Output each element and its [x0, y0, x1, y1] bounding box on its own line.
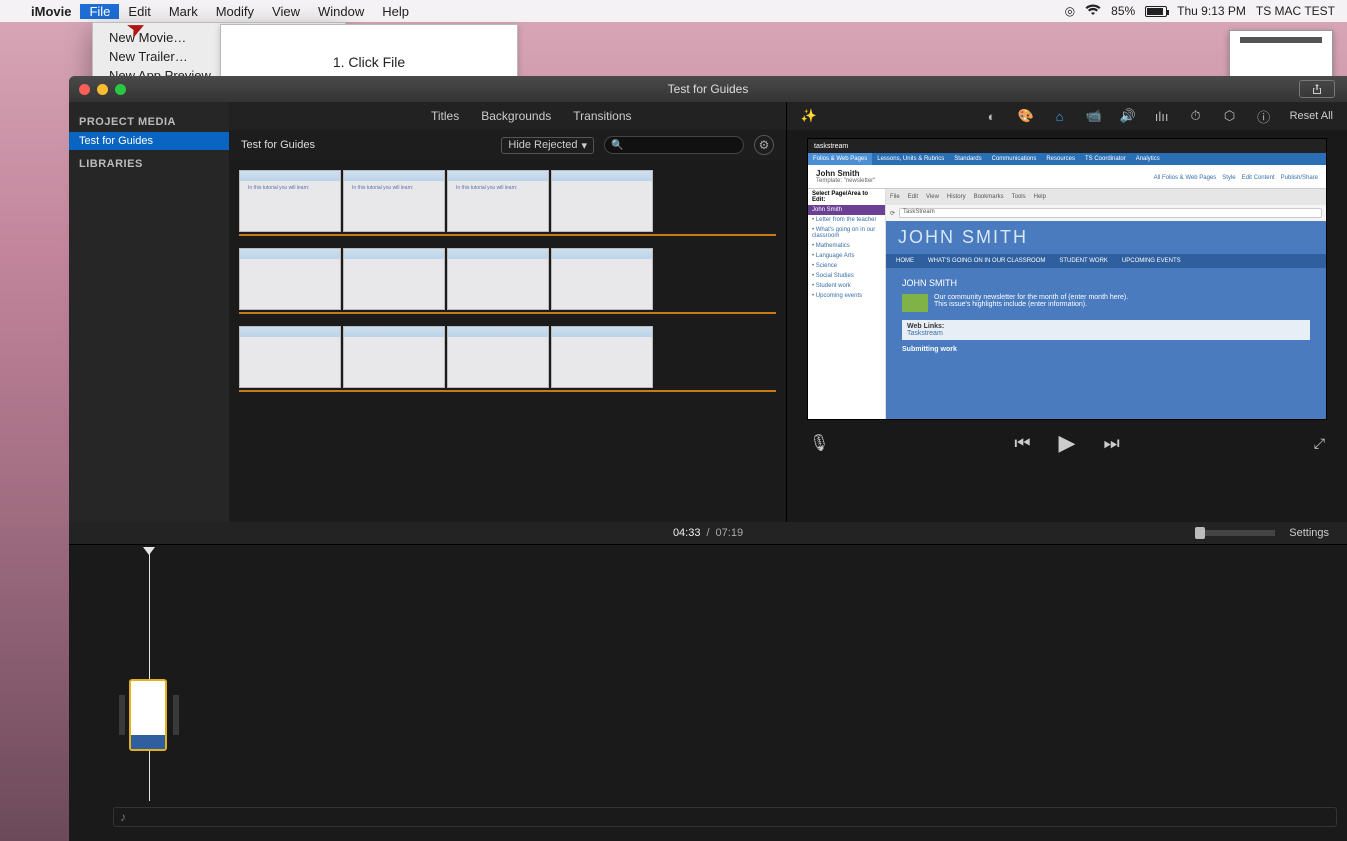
- preview-panel: ✨ ◐ 🎨 ⌂ 📹 🔊 ılıı ⏱ ⬡ ⓘ Reset All taskstr…: [787, 102, 1347, 522]
- side-purple: John Smith: [808, 205, 885, 215]
- search-input[interactable]: 🔍: [604, 136, 744, 154]
- time-total: 07:19: [716, 527, 744, 539]
- settings-button[interactable]: Settings: [1289, 527, 1329, 539]
- battery-percent: 85%: [1111, 4, 1135, 18]
- timeline-clip[interactable]: [129, 679, 167, 751]
- clip-thumb[interactable]: [239, 248, 341, 310]
- menu-mark[interactable]: Mark: [160, 4, 207, 19]
- preview-nav2: HOMEWHAT'S GOING ON IN OUR CLASSROOMSTUD…: [886, 254, 1326, 268]
- play-button[interactable]: ▶: [1059, 430, 1076, 456]
- gear-icon[interactable]: ⚙: [754, 135, 774, 155]
- preview-content: FileEditViewHistoryBookmarksToolsHelp ⟳T…: [886, 189, 1326, 419]
- prev-button[interactable]: ⏮: [1014, 433, 1030, 454]
- preview-bigname: JOHN SMITH: [886, 221, 1326, 254]
- clip-thumb[interactable]: [343, 248, 445, 310]
- imovie-window: Test for Guides PROJECT MEDIA Test for G…: [69, 76, 1347, 841]
- desc2: This issue's highlights include (enter i…: [934, 301, 1128, 308]
- clock[interactable]: Thu 9:13 PM: [1177, 4, 1246, 18]
- preview-frame[interactable]: taskstream Folios & Web PagesLessons, Un…: [807, 138, 1327, 420]
- user-name[interactable]: TS MAC TEST: [1256, 4, 1335, 18]
- close-button[interactable]: [79, 84, 90, 95]
- playhead[interactable]: [149, 553, 150, 801]
- preview-side: Select Page/Area to Edit: John Smith • L…: [808, 189, 886, 419]
- wand-icon[interactable]: ✨: [801, 108, 817, 124]
- battery-icon: [1145, 6, 1167, 17]
- timeline[interactable]: ♪: [69, 544, 1347, 841]
- hide-rejected-select[interactable]: Hide Rejected▾: [501, 137, 594, 154]
- clip-handle[interactable]: [119, 695, 125, 735]
- next-button[interactable]: ⏭: [1103, 433, 1119, 454]
- weblinks-hdr: Web Links:: [907, 323, 1305, 330]
- callout-1-text: 1. Click File: [333, 54, 405, 70]
- tab-titles[interactable]: Titles: [431, 109, 459, 123]
- sidebar-selected[interactable]: Test for Guides: [69, 132, 229, 150]
- clip-thumb[interactable]: [447, 326, 549, 388]
- preview-btns: All Folios & Web PagesStyleEdit ContentP…: [1148, 172, 1318, 181]
- clip-handle[interactable]: [173, 695, 179, 735]
- browser: Titles Backgrounds Transitions Test for …: [229, 102, 787, 522]
- app-name[interactable]: iMovie: [22, 4, 80, 19]
- speed-icon[interactable]: ⏱: [1188, 108, 1204, 124]
- timecode-bar: 04:33 / 07:19 Settings: [69, 522, 1347, 544]
- brand: taskstream: [814, 143, 848, 150]
- eq-icon[interactable]: ılıı: [1154, 108, 1170, 124]
- clip-grid: In this tutorial you will learn: In this…: [229, 160, 786, 522]
- sidebar-header-libraries: LIBRARIES: [69, 150, 229, 174]
- clip-thumb[interactable]: [551, 170, 653, 232]
- filter-title: Test for Guides: [241, 139, 391, 151]
- clip-thumb[interactable]: In this tutorial you will learn:: [447, 170, 549, 232]
- share-button[interactable]: [1299, 80, 1335, 98]
- overlay-icon[interactable]: ⬡: [1222, 108, 1238, 124]
- clip-thumb[interactable]: [343, 326, 445, 388]
- crop-icon[interactable]: ⌂: [1052, 108, 1068, 124]
- clip-thumb[interactable]: In this tutorial you will learn:: [239, 170, 341, 232]
- desc: Our community newsletter for the month o…: [934, 294, 1128, 301]
- sidebar-header-project: PROJECT MEDIA: [69, 108, 229, 132]
- submit-hdr: Submitting work: [902, 346, 1310, 353]
- tab-transitions[interactable]: Transitions: [573, 109, 631, 123]
- menu-modify[interactable]: Modify: [207, 4, 263, 19]
- clip-thumb[interactable]: [551, 248, 653, 310]
- browser-menus: FileEditViewHistoryBookmarksToolsHelp: [886, 189, 1326, 205]
- clip-thumb[interactable]: In this tutorial you will learn:: [343, 170, 445, 232]
- audio-track[interactable]: ♪: [113, 807, 1337, 827]
- filter-bar: Test for Guides Hide Rejected▾ 🔍 ⚙: [229, 130, 786, 160]
- clip-thumb[interactable]: [239, 326, 341, 388]
- menu-view[interactable]: View: [263, 4, 309, 19]
- cc-icon[interactable]: ◎: [1065, 4, 1075, 18]
- titlebar: Test for Guides: [69, 76, 1347, 102]
- minimize-button[interactable]: [97, 84, 108, 95]
- tab-backgrounds[interactable]: Backgrounds: [481, 109, 551, 123]
- menu-help[interactable]: Help: [373, 4, 418, 19]
- preview-toolbar: ✨ ◐ 🎨 ⌂ 📹 🔊 ılıı ⏱ ⬡ ⓘ Reset All: [787, 102, 1347, 130]
- info-icon[interactable]: ⓘ: [1256, 108, 1272, 124]
- menubar: iMovie File Edit Mark Modify View Window…: [0, 0, 1347, 22]
- reset-all-button[interactable]: Reset All: [1290, 110, 1333, 122]
- balance-icon[interactable]: ◐: [984, 108, 1000, 124]
- zoom-button[interactable]: [115, 84, 126, 95]
- preview-navtabs: Folios & Web PagesLessons, Units & Rubri…: [808, 153, 1326, 165]
- preview-template: Template: "newsletter": [816, 178, 875, 184]
- playback-controls: 🎙 ⏮ ▶ ⏭ ⤢: [787, 424, 1347, 462]
- expand-icon[interactable]: ⤢: [1314, 435, 1325, 452]
- window-title: Test for Guides: [668, 82, 749, 96]
- preview-user: John Smith: [816, 169, 875, 178]
- sidebar: PROJECT MEDIA Test for Guides LIBRARIES: [69, 102, 229, 522]
- time-current: 04:33: [673, 527, 701, 539]
- browser-tabs: Titles Backgrounds Transitions: [229, 102, 786, 130]
- url-bar: TaskStream: [899, 208, 1322, 218]
- side-header: Select Page/Area to Edit:: [808, 189, 885, 205]
- color-icon[interactable]: 🎨: [1018, 108, 1034, 124]
- volume-icon[interactable]: 🔊: [1120, 108, 1136, 124]
- stabilize-icon[interactable]: 📹: [1086, 108, 1102, 124]
- mic-icon[interactable]: 🎙: [809, 433, 829, 453]
- clip-thumb[interactable]: [447, 248, 549, 310]
- zoom-slider[interactable]: [1195, 530, 1275, 536]
- weblink: Taskstream: [907, 330, 1305, 337]
- subname: JOHN SMITH: [902, 278, 1310, 288]
- wifi-icon[interactable]: [1085, 4, 1101, 19]
- menu-window[interactable]: Window: [309, 4, 373, 19]
- menu-file[interactable]: File: [80, 4, 119, 19]
- clip-thumb[interactable]: [551, 326, 653, 388]
